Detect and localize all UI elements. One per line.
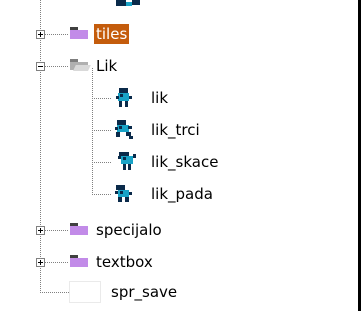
tree-item-tiles[interactable]: tiles: [94, 24, 130, 44]
tree-item-lik-pada[interactable]: lik_pada: [149, 184, 215, 204]
sprite-icon: [115, 185, 132, 202]
tree-line: [40, 292, 69, 293]
tree-line: [45, 230, 69, 231]
tree-item-textbox[interactable]: textbox: [94, 252, 155, 272]
expand-toggle-specijalo[interactable]: [36, 226, 45, 235]
tree-item-spr-save[interactable]: spr_save: [109, 282, 179, 302]
sprite-icon: [116, 0, 140, 6]
tree-item-lik-trci[interactable]: lik_trci: [149, 120, 202, 140]
sprite-icon: [115, 120, 133, 139]
tree-line: [92, 68, 93, 194]
tree-line: [92, 98, 112, 99]
collapse-toggle-lik[interactable]: [36, 62, 45, 71]
folder-closed-icon: [70, 223, 88, 235]
tree-line: [92, 194, 112, 195]
tree-line: [92, 162, 112, 163]
blank-sprite-icon: [69, 281, 101, 303]
sprite-icon: [118, 152, 136, 170]
resource-tree: tiles Lik lik lik_trci lik_skace lik_pad…: [0, 0, 361, 311]
tree-line: [92, 130, 112, 131]
tree-line: [45, 34, 69, 35]
sprite-icon: [116, 88, 132, 107]
tree-item-specijalo[interactable]: specijalo: [94, 220, 164, 240]
tree-line: [45, 262, 69, 263]
tree-item-lik-folder[interactable]: Lik: [94, 56, 119, 76]
tree-line: [40, 0, 41, 292]
expand-toggle-textbox[interactable]: [36, 258, 45, 267]
folder-closed-icon: [70, 255, 88, 267]
expand-toggle-tiles[interactable]: [36, 30, 45, 39]
tree-line: [45, 66, 69, 67]
tree-item-lik-skace[interactable]: lik_skace: [149, 152, 220, 172]
folder-open-icon: [70, 59, 91, 71]
tree-item-lik[interactable]: lik: [149, 88, 170, 108]
folder-closed-icon: [70, 27, 88, 39]
